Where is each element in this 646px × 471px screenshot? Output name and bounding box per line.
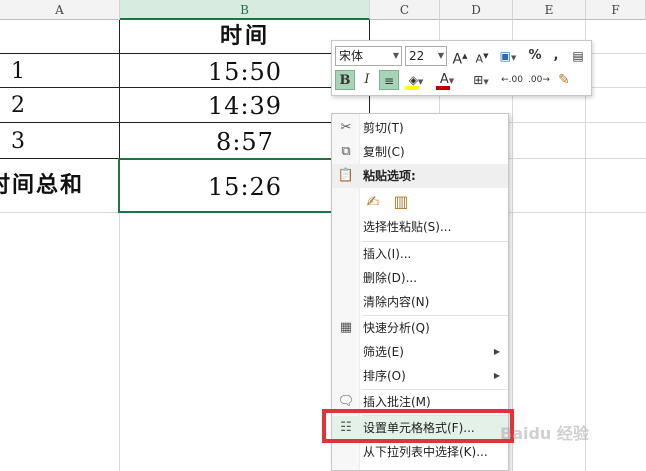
menu-item-insert[interactable]: 插入(I)... [332, 242, 508, 266]
menu-item-label: 从下拉列表中选择(K)... [363, 445, 488, 459]
format-painter-icon[interactable]: ✎ [554, 70, 574, 90]
cell-a5-total-label[interactable]: 时间总和 [0, 159, 118, 212]
font-size-combo[interactable]: 22 ▼ [405, 46, 447, 66]
menu-item-label: 删除(D)... [363, 271, 418, 285]
menu-item-pick-from-list[interactable]: 从下拉列表中选择(K)... [332, 440, 508, 464]
menu-item-label: 筛选(E) [363, 345, 404, 359]
copy-icon: ⧉ [341, 144, 351, 159]
menu-item-label: 清除内容(N) [363, 295, 430, 309]
menu-item-label: 插入(I)... [363, 247, 412, 261]
mini-toolbar: 宋体 ▼ 22 ▼ A▲ A▼ ▣▼ % , ▤ B I ≡ ◈▼ A▼ ⊞▼ … [331, 40, 592, 96]
column-header-e[interactable]: E [513, 0, 586, 20]
active-cell-border [118, 158, 331, 213]
bold-button[interactable]: B [335, 70, 355, 90]
menu-item-label: 剪切(T) [363, 121, 404, 135]
menu-item-cut[interactable]: ✂ 剪切(T) [332, 116, 508, 140]
grow-font-button[interactable]: A▲ [450, 46, 470, 68]
number-format-icon[interactable]: ▣▼ [494, 46, 522, 66]
menu-item-label: 排序(O) [363, 369, 406, 383]
menu-item-paste-special[interactable]: 选择性粘贴(S)... [332, 215, 508, 239]
paste-keep-source-button[interactable]: ✍ [362, 190, 384, 214]
column-header-b[interactable]: B [120, 0, 370, 20]
borders-icon[interactable]: ⊞▼ [467, 70, 495, 90]
paste-icon: 📋 [337, 168, 355, 183]
column-header-a[interactable]: A [0, 0, 120, 20]
cell-a3[interactable]: 2 [0, 88, 36, 122]
column-header-f[interactable]: F [586, 0, 646, 20]
font-size-value: 22 [409, 49, 425, 63]
menu-item-delete[interactable]: 删除(D)... [332, 266, 508, 290]
watermark: Baidu 经验 [500, 424, 589, 443]
menu-item-filter[interactable]: 筛选(E) ▶ [332, 340, 508, 364]
fill-color-icon[interactable]: ◈▼ [402, 70, 430, 90]
font-name-value: 宋体 [339, 49, 364, 63]
font-name-combo[interactable]: 宋体 ▼ [335, 46, 402, 66]
submenu-arrow-icon: ▶ [493, 371, 500, 380]
cell-a4[interactable]: 3 [0, 123, 36, 158]
menu-item-label: 选择性粘贴(S)... [363, 220, 452, 234]
cut-icon: ✂ [340, 120, 352, 135]
menu-item-clear-contents[interactable]: 清除内容(N) [332, 290, 508, 314]
shrink-font-button[interactable]: A▼ [472, 46, 492, 66]
menu-item-copy[interactable]: ⧉ 复制(C) [332, 140, 508, 164]
font-color-swatch [436, 86, 450, 90]
menu-item-label: 复制(C) [363, 145, 405, 159]
menu-item-label: 粘贴选项: [363, 169, 416, 183]
menu-item-label: 插入批注(M) [363, 395, 431, 409]
menu-item-quick-analysis[interactable]: ▦ 快速分析(Q) [332, 316, 508, 340]
menu-item-label: 快速分析(Q) [363, 321, 430, 335]
italic-button[interactable]: I [357, 70, 377, 90]
fill-color-swatch [405, 86, 419, 90]
paste-values-button[interactable]: ▥ [390, 190, 412, 214]
increase-decimal-button[interactable]: ←.00 [500, 70, 524, 90]
cell-a2[interactable]: 1 [0, 54, 36, 87]
decrease-decimal-button[interactable]: .00→ [527, 70, 551, 90]
menu-item-paste-options: 📋 粘贴选项: [332, 164, 508, 188]
column-header-c[interactable]: C [370, 0, 440, 20]
comma-button[interactable]: , [546, 46, 566, 66]
chevron-down-icon: ▼ [437, 51, 444, 60]
menu-item-sort[interactable]: 排序(O) ▶ [332, 364, 508, 388]
center-align-icon[interactable]: ≡ [379, 70, 399, 90]
chevron-down-icon: ▼ [392, 51, 399, 60]
highlight-box [322, 409, 514, 443]
column-header-d[interactable]: D [440, 0, 513, 20]
submenu-arrow-icon: ▶ [493, 347, 500, 356]
format-painter-grid-icon[interactable]: ▤ [568, 46, 588, 66]
quick-analysis-icon: ▦ [339, 320, 353, 335]
font-color-icon[interactable]: A▼ [433, 70, 461, 90]
percent-button[interactable]: % [525, 46, 545, 66]
